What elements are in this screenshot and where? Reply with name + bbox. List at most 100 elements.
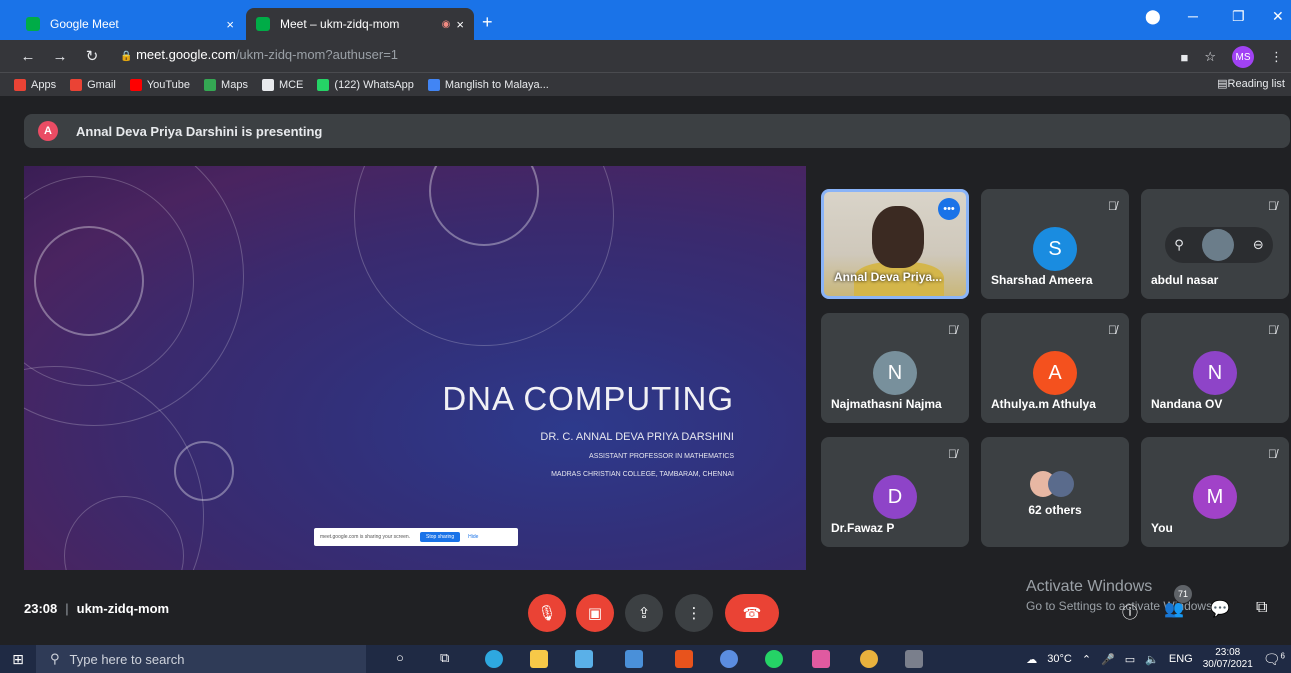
chat-icon[interactable]: 💬 — [1210, 599, 1230, 619]
url-field[interactable]: 🔒 meet.google.com/ukm-zidq-mom?authuser=… — [120, 47, 398, 62]
search-icon: ⚲ — [50, 651, 60, 666]
settings-icon[interactable] — [905, 650, 923, 668]
taskbar-search[interactable]: ⚲ Type here to search — [36, 645, 366, 673]
meeting-details: 23:08 | ukm-zidq-mom — [24, 601, 169, 616]
participant-avatar: N — [873, 351, 917, 395]
tile-hover-actions: ⚲ ⊖ — [1165, 227, 1273, 263]
participant-name: Dr.Fawaz P — [831, 521, 895, 535]
close-icon[interactable]: × — [456, 17, 464, 32]
close-window-icon[interactable]: ✕ — [1272, 8, 1284, 25]
slide-title: DNA COMPUTING — [442, 380, 734, 417]
google-meet-icon — [256, 17, 270, 31]
chevron-up-icon[interactable]: ⌃ — [1082, 653, 1091, 666]
bookmark-item[interactable]: (122) WhatsApp — [317, 78, 414, 91]
battery-icon[interactable]: ▭ — [1125, 653, 1135, 666]
meeting-info-icon[interactable]: ⓘ — [1122, 599, 1138, 623]
camera-in-use-icon[interactable]: ■ — [1180, 50, 1188, 65]
store-icon[interactable] — [575, 650, 593, 668]
participant-avatar: S — [1033, 227, 1077, 271]
close-icon[interactable]: × — [226, 17, 234, 32]
reload-icon[interactable]: ↻ — [80, 47, 104, 65]
call-controls-bar: 23:08 | ukm-zidq-mom 🎙 ▣ ⇪ ⋮ ☎ Activate Wi… — [0, 578, 1291, 635]
reading-list-button[interactable]: ▤ Reading list — [1217, 77, 1285, 91]
participant-tile[interactable]: 🎙̸ N Nandana OV — [1141, 313, 1289, 423]
camera-toggle-button[interactable]: ▣ — [576, 594, 614, 632]
participant-tile[interactable]: 🎙̸ S Sharshad Ameera — [981, 189, 1129, 299]
new-tab-button[interactable]: + — [482, 12, 493, 33]
google-meet-icon — [26, 17, 40, 31]
bookmark-item[interactable]: Gmail — [70, 78, 116, 91]
participant-avatar: D — [873, 475, 917, 519]
search-placeholder: Type here to search — [69, 651, 185, 667]
mic-off-icon: 🎙̸ — [1268, 199, 1277, 213]
bookmark-item[interactable]: MCE — [261, 78, 303, 91]
more-options-icon[interactable]: ••• — [938, 198, 960, 220]
slide-affiliation: MADRAS CHRISTIAN COLLEGE, TAMBARAM, CHEN… — [551, 471, 734, 478]
end-call-icon: ☎ — [742, 605, 762, 622]
forward-icon[interactable]: → — [48, 48, 72, 65]
participant-tile-video[interactable]: ••• Annal Deva Priya... — [821, 189, 969, 299]
tab-google-meet[interactable]: Google Meet × — [16, 8, 244, 40]
windows-start-icon[interactable]: ⊞ — [0, 651, 36, 668]
paint-icon[interactable] — [812, 650, 830, 668]
present-button[interactable]: ⇪ — [625, 594, 663, 632]
file-explorer-icon[interactable] — [530, 650, 548, 668]
bookmark-icon — [261, 78, 274, 91]
presentation-screen: DNA COMPUTING DR. C. ANNAL DEVA PRIYA DA… — [24, 166, 806, 570]
participant-tile-self[interactable]: 🎙̸ M You — [1141, 437, 1289, 547]
participant-tile[interactable]: 🎙̸ D Dr.Fawaz P — [821, 437, 969, 547]
meeting-time: 23:08 — [24, 601, 58, 616]
bookmark-item[interactable]: Maps — [204, 78, 248, 91]
participant-name: Athulya.m Athulya — [991, 397, 1096, 411]
weather-temp[interactable]: 30°C — [1047, 653, 1072, 665]
bookmark-item[interactable]: YouTube — [129, 78, 190, 91]
tab-meet-call[interactable]: Meet – ukm-zidq-mom ◉ × — [246, 8, 474, 40]
more-options-button[interactable]: ⋮ — [675, 594, 713, 632]
chrome-icon[interactable] — [860, 650, 878, 668]
chrome-canary-icon[interactable] — [720, 650, 738, 668]
mail-icon[interactable] — [625, 650, 643, 668]
whatsapp-icon[interactable] — [765, 650, 783, 668]
language-indicator[interactable]: ENG — [1169, 653, 1193, 665]
bookmark-item[interactable]: Manglish to Malaya... — [427, 78, 549, 91]
screen-share-notice: meet.google.com is sharing your screen. … — [314, 528, 518, 546]
system-tray: ☁ 30°C ⌃ 🎤 ▭ 🔈 ENG 23:08 30/07/2021 🗨6 — [1026, 645, 1291, 673]
profile-avatar[interactable]: MS — [1232, 46, 1254, 68]
bookmark-item[interactable]: Apps — [14, 78, 56, 91]
maximize-icon[interactable]: ❐ — [1232, 8, 1245, 25]
stop-sharing-button[interactable]: Stop sharing — [420, 532, 461, 542]
task-view-icon[interactable]: ⧉ — [440, 650, 449, 666]
notifications-icon[interactable]: 🗨6 — [1263, 651, 1285, 668]
tab-label: Meet – ukm-zidq-mom — [280, 17, 400, 31]
participant-tile[interactable]: 🎙̸ N Najmathasni Najma — [821, 313, 969, 423]
pin-icon[interactable]: ⚲ — [1174, 237, 1184, 253]
mic-off-icon: 🎙̸ — [1268, 447, 1277, 461]
browser-tab-bar: Google Meet × Meet – ukm-zidq-mom ◉ × + … — [0, 0, 1291, 40]
leave-call-button[interactable]: ☎ — [725, 594, 779, 632]
profile-dropdown-icon[interactable]: ⬤ — [1145, 8, 1161, 25]
participant-tile[interactable]: 🎙̸ A Athulya.m Athulya — [981, 313, 1129, 423]
slide-author: DR. C. ANNAL DEVA PRIYA DARSHINI — [540, 431, 734, 443]
bookmark-label: Maps — [221, 78, 248, 91]
presenter-avatar: A — [38, 121, 58, 141]
remove-icon[interactable]: ⊖ — [1253, 237, 1264, 253]
cortana-icon[interactable]: ○ — [396, 650, 404, 665]
back-icon[interactable]: ← — [16, 48, 40, 65]
menu-icon[interactable]: ⋮ — [1270, 49, 1283, 65]
mic-off-icon: 🎙 — [537, 605, 557, 622]
mic-toggle-button[interactable]: 🎙 — [528, 594, 566, 632]
microphone-icon: 🎤 — [1101, 653, 1115, 666]
taskbar-clock[interactable]: 23:08 30/07/2021 — [1203, 647, 1253, 671]
minimize-icon[interactable]: ─ — [1188, 8, 1198, 24]
participant-tile-others[interactable]: 62 others — [981, 437, 1129, 547]
edge-icon[interactable] — [485, 650, 503, 668]
activities-icon[interactable]: ⧉ — [1256, 599, 1267, 617]
office-icon[interactable] — [675, 650, 693, 668]
participant-tile-pinned[interactable]: 🎙̸ ⚲ ⊖ abdul nasar — [1141, 189, 1289, 299]
reading-list-label: Reading list — [1227, 77, 1285, 90]
presenting-banner: A Annal Deva Priya Darshini is presentin… — [24, 114, 1290, 148]
bookmark-star-icon[interactable]: ☆ — [1204, 49, 1216, 65]
volume-icon[interactable]: 🔈 — [1145, 653, 1159, 666]
hide-button[interactable]: Hide — [468, 534, 478, 540]
mic-off-icon: 🎙̸ — [1108, 323, 1117, 337]
